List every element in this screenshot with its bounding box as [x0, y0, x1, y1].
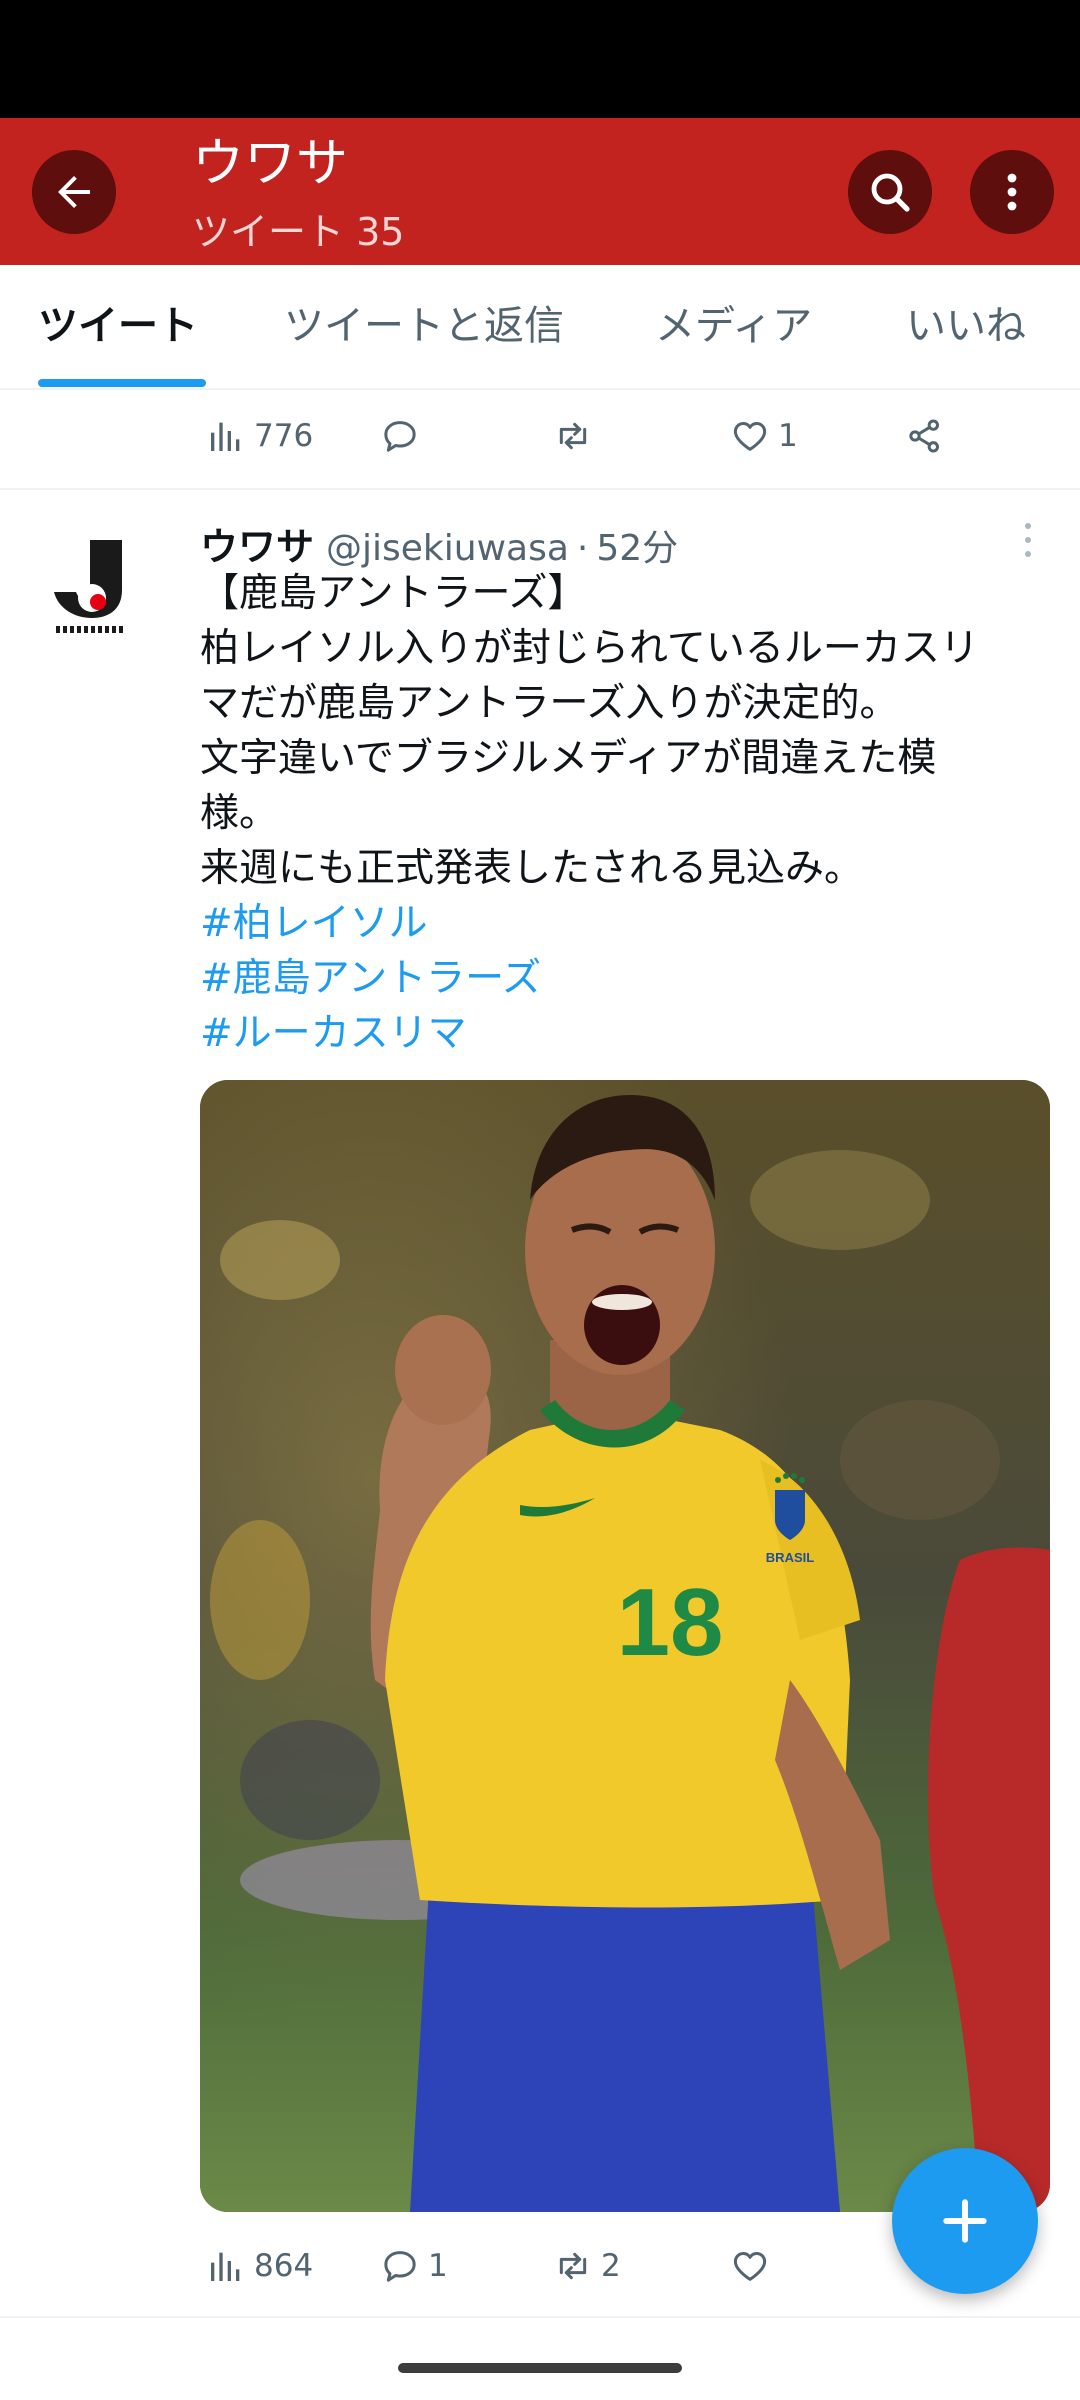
like-button[interactable]	[730, 2226, 778, 2306]
retweet-icon	[559, 422, 587, 450]
tweet-author-name[interactable]: ウワサ	[200, 516, 314, 571]
tweet-more-button[interactable]	[1010, 516, 1046, 564]
tweet-divider	[0, 2316, 1080, 2318]
retweet-icon	[559, 2252, 587, 2280]
share-button[interactable]	[905, 396, 953, 476]
compose-tweet-button[interactable]	[892, 2148, 1038, 2294]
plus-icon	[943, 2199, 987, 2243]
tab-tweets[interactable]: ツイート	[38, 301, 198, 351]
share-icon	[909, 419, 939, 453]
player-celebration-photo: BRASIL 18	[200, 1080, 1050, 2212]
tweet-line: 文字違いでブラジルメディアが間違えた模	[200, 736, 937, 781]
back-button[interactable]	[32, 150, 116, 234]
more-vertical-icon	[1025, 523, 1031, 557]
profile-title: ウワサ	[192, 134, 349, 194]
views-button[interactable]: 864	[206, 2226, 313, 2306]
like-count: 1	[778, 418, 798, 454]
tweet-timestamp: 52分	[596, 528, 679, 569]
tweet-divider	[0, 488, 1080, 490]
hashtag-link[interactable]: #鹿島アントラーズ	[200, 951, 1052, 1006]
more-options-button[interactable]	[970, 150, 1054, 234]
retweet-button[interactable]: 2	[553, 2226, 621, 2306]
reply-button[interactable]: 1	[380, 2226, 448, 2306]
reply-button[interactable]	[380, 396, 428, 476]
tweet-author-handle[interactable]: @jisekiuwasa	[326, 528, 569, 569]
tab-likes[interactable]: いいね	[906, 301, 1026, 351]
header-separator: ·	[576, 528, 589, 569]
tweet-text: 【鹿島アントラーズ】 柏レイソル入りが封じられているルーカスリ マだが鹿島アント…	[200, 566, 1052, 1061]
app-bar: ウワサ ツイート 35	[0, 118, 1080, 265]
hashtag-link[interactable]: #柏レイソル	[200, 896, 1052, 951]
views-chart-icon	[211, 422, 240, 451]
retweet-button[interactable]	[553, 396, 601, 476]
reply-icon	[384, 2251, 416, 2282]
prev-tweet-actions: 776 1	[0, 396, 1080, 476]
tweet-header: ウワサ @jisekiuwasa · 52分	[200, 516, 679, 571]
heart-icon	[733, 422, 767, 451]
search-icon	[871, 173, 910, 212]
views-count: 864	[254, 2248, 314, 2284]
retweet-count: 2	[601, 2248, 621, 2284]
tweet-line: マだが鹿島アントラーズ入りが決定的。	[200, 681, 899, 726]
views-button[interactable]: 776	[206, 396, 313, 476]
views-count: 776	[254, 418, 314, 454]
like-button[interactable]: 1	[730, 396, 798, 476]
tweet-count: ツイート 35	[192, 210, 405, 254]
more-vertical-icon	[1007, 173, 1017, 211]
profile-tabs: ツイート ツイートと返信 メディア いいね	[0, 265, 1080, 390]
jersey-text: BRASIL	[766, 1550, 814, 1565]
heart-icon	[733, 2252, 767, 2281]
jersey-number: 18	[617, 1569, 724, 1676]
status-bar	[0, 0, 1080, 118]
tweet-line: 柏レイソル入りが封じられているルーカスリ	[200, 626, 979, 671]
tweet-line: 様。	[200, 791, 279, 836]
reply-icon	[384, 421, 416, 452]
tab-tweets-and-replies[interactable]: ツイートと返信	[284, 301, 564, 351]
jleague-logo-icon	[54, 540, 126, 634]
gesture-nav-handle[interactable]	[398, 2363, 682, 2373]
tab-media[interactable]: メディア	[655, 301, 812, 351]
reply-count: 1	[428, 2248, 448, 2284]
active-tab-indicator	[38, 379, 206, 387]
arrow-left-icon	[58, 176, 90, 208]
views-chart-icon	[211, 2252, 240, 2281]
hashtag-link[interactable]: #ルーカスリマ	[200, 1006, 1052, 1061]
search-button[interactable]	[848, 150, 932, 234]
avatar[interactable]	[46, 540, 134, 640]
tweet-line: 来週にも正式発表したされる見込み。	[200, 846, 864, 891]
tweet-photo[interactable]: BRASIL 18	[200, 1080, 1050, 2212]
tweet-line: 【鹿島アントラーズ】	[200, 571, 587, 616]
